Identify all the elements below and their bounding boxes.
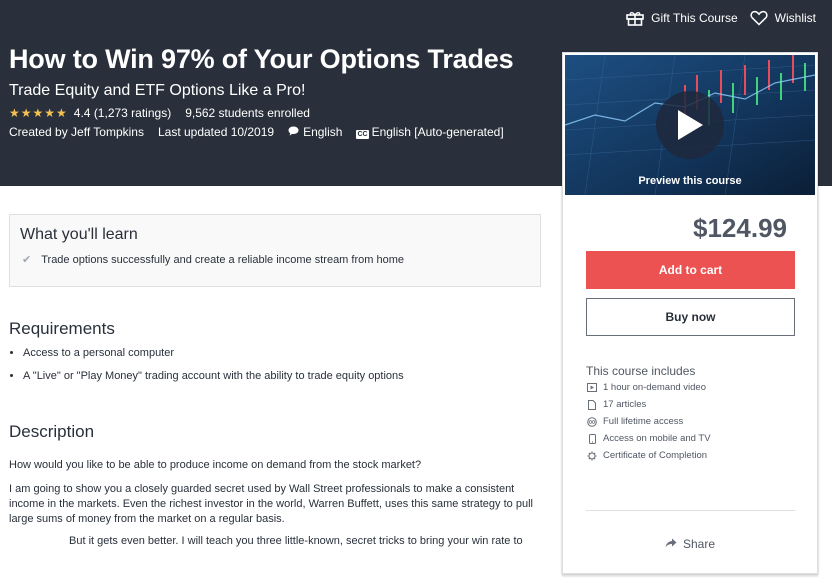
language-info: English xyxy=(288,125,342,139)
course-price: $124.99 xyxy=(693,213,787,243)
closed-captions-icon: CC xyxy=(356,130,369,139)
requirements-list: Access to a personal computer A "Live" o… xyxy=(23,346,404,392)
card-divider xyxy=(586,510,795,511)
header-actions: Gift This Course Wishlist xyxy=(626,10,816,26)
learn-title: What you'll learn xyxy=(20,226,138,243)
requirement-item: Access to a personal computer xyxy=(23,346,404,369)
language-label: English xyxy=(303,125,343,139)
certificate-icon xyxy=(586,451,598,461)
gift-course-button[interactable]: Gift This Course xyxy=(626,10,738,26)
includes-item: 1 hour on-demand video xyxy=(586,379,711,396)
course-title: How to Win 97% of Your Options Trades xyxy=(9,44,514,74)
gift-label: Gift This Course xyxy=(651,11,738,25)
share-button[interactable]: Share xyxy=(563,537,817,551)
heart-icon xyxy=(750,10,768,26)
course-stats: ★★★★★ 4.4 (1,273 ratings) 9,562 students… xyxy=(9,106,310,120)
file-icon xyxy=(586,399,598,410)
wishlist-label: Wishlist xyxy=(774,11,816,25)
includes-item-label: Certificate of Completion xyxy=(603,450,708,461)
rating-stars-icon: ★★★★★ xyxy=(9,106,68,120)
students-enrolled: 9,562 students enrolled xyxy=(185,106,310,120)
play-button[interactable] xyxy=(656,91,724,159)
requirements-title: Requirements xyxy=(9,319,115,338)
includes-item-label: Full lifetime access xyxy=(603,416,684,427)
speech-bubble-icon xyxy=(288,125,299,139)
course-info-row: Created by Jeff Tompkins Last updated 10… xyxy=(9,125,504,139)
gift-icon xyxy=(626,12,644,26)
description-paragraph: How would you like to be able to produce… xyxy=(9,459,422,471)
preview-label: Preview this course xyxy=(638,175,742,187)
play-icon xyxy=(678,110,703,140)
description-paragraph: I am going to show you a closely guarded… xyxy=(9,483,533,525)
captions-info: CC English [Auto-generated] xyxy=(356,125,504,139)
video-icon xyxy=(586,383,598,392)
captions-label: English [Auto-generated] xyxy=(371,125,504,139)
add-to-cart-button[interactable]: Add to cart xyxy=(586,251,795,289)
share-arrow-icon xyxy=(665,537,677,551)
check-icon: ✔ xyxy=(22,254,32,266)
course-preview-video[interactable]: Preview this course xyxy=(565,55,815,195)
includes-item-label: 1 hour on-demand video xyxy=(603,382,706,393)
includes-item: Full lifetime access xyxy=(586,413,711,430)
learn-item: ✔ Trade options successfully and create … xyxy=(22,253,404,267)
instructor-credit[interactable]: Created by Jeff Tompkins xyxy=(9,125,144,139)
purchase-card: Preview this course $124.99 Add to cart … xyxy=(562,52,818,574)
learn-item-label: Trade options successfully and create a … xyxy=(41,253,404,266)
description-paragraph: But it gets even better. I will teach yo… xyxy=(69,535,523,547)
includes-item-label: 17 articles xyxy=(603,399,647,410)
includes-item: Access on mobile and TV xyxy=(586,430,711,447)
wishlist-button[interactable]: Wishlist xyxy=(750,10,816,26)
share-label: Share xyxy=(682,537,716,551)
description-body: How would you like to be able to produce… xyxy=(9,458,539,551)
includes-item: 17 articles xyxy=(586,396,711,413)
rating-text[interactable]: 4.4 (1,273 ratings) xyxy=(74,106,171,120)
last-updated: Last updated 10/2019 xyxy=(157,125,275,139)
description-title: Description xyxy=(9,422,95,441)
includes-list: 1 hour on-demand video 17 articles Full … xyxy=(586,379,711,464)
includes-title: This course includes xyxy=(586,364,696,378)
includes-item-label: Access on mobile and TV xyxy=(603,433,711,444)
course-subtitle: Trade Equity and ETF Options Like a Pro! xyxy=(9,82,306,99)
what-you-learn-box: What you'll learn ✔ Trade options succes… xyxy=(9,214,541,287)
infinity-icon xyxy=(586,416,598,427)
requirement-item: A "Live" or "Play Money" trading account… xyxy=(23,369,404,392)
mobile-icon xyxy=(586,433,598,444)
buy-now-button[interactable]: Buy now xyxy=(586,298,795,336)
includes-item: Certificate of Completion xyxy=(586,447,711,464)
